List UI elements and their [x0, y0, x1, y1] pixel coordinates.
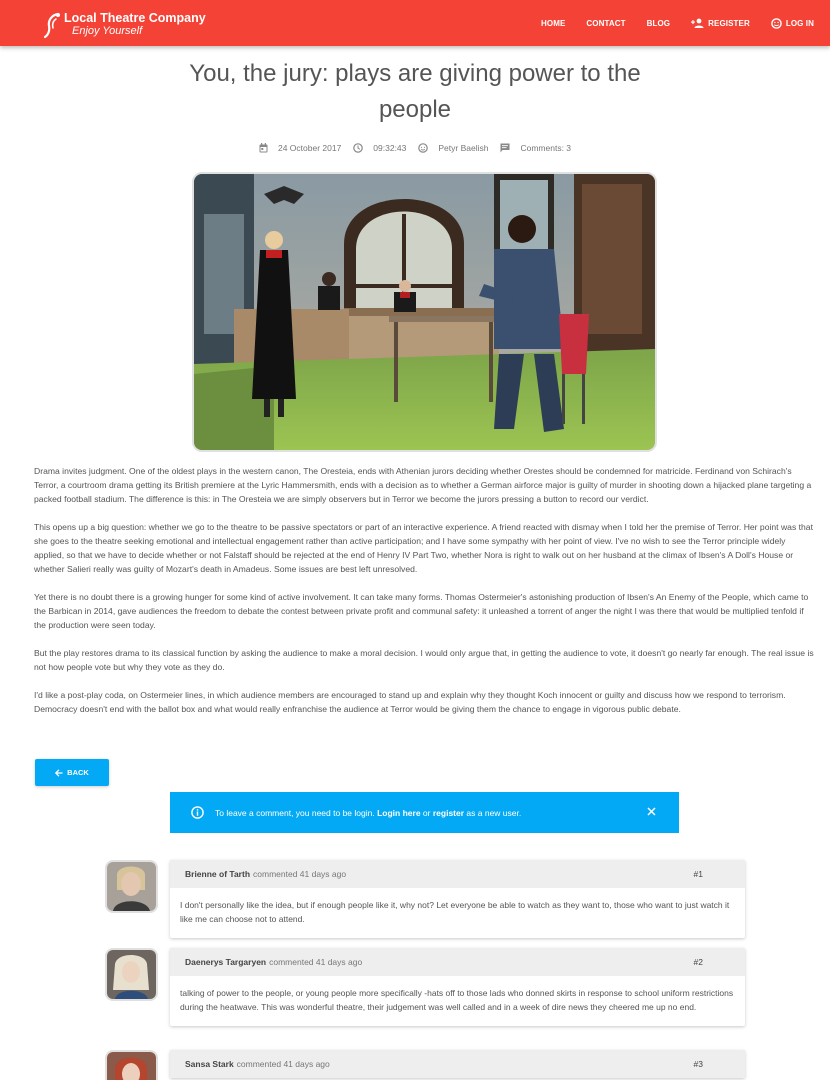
brand-tagline: Enjoy Yourself — [72, 25, 143, 37]
comment-number: #3 — [693, 1059, 703, 1069]
meta-comments: Comments: 3 — [500, 143, 571, 153]
comment-card: Sansa Stark commented 41 days ago #3 — [170, 1050, 745, 1078]
nav-register-link[interactable]: REGISTER — [691, 18, 750, 28]
meta-comments-value: Comments: 3 — [520, 143, 572, 153]
article-meta: 24 October 2017 09:32:43 Petyr Baelish C… — [0, 143, 830, 153]
alert-suffix: as a new user. — [466, 807, 522, 818]
nav-register-label: REGISTER — [708, 18, 750, 28]
comment-author: Brienne of Tarth — [185, 869, 251, 879]
alert-register-link[interactable]: register — [433, 808, 464, 818]
person-add-icon — [691, 18, 704, 28]
comment-icon — [500, 143, 510, 153]
back-button[interactable]: BACK — [35, 759, 109, 786]
comment-number: #2 — [693, 957, 703, 967]
nav-blog-link[interactable]: BLOG — [647, 19, 671, 28]
comment-header: Brienne of Tarth commented 41 days ago #… — [170, 860, 745, 888]
avatar — [105, 1050, 158, 1080]
alert-middle: or — [422, 807, 431, 818]
courtroom-scene-image — [194, 174, 655, 450]
meta-date: 24 October 2017 — [259, 143, 341, 153]
meta-author-value: Petyr Baelish — [438, 143, 489, 153]
close-icon[interactable] — [646, 806, 657, 817]
user-face-icon — [418, 143, 429, 153]
nav-contact-link[interactable]: CONTACT — [586, 19, 625, 28]
comment-author: Daenerys Targaryen — [185, 957, 267, 967]
comment-meta: commented 41 days ago — [269, 957, 363, 967]
comment-card: Brienne of Tarth commented 41 days ago #… — [170, 860, 745, 938]
info-icon — [191, 806, 204, 819]
avatar — [105, 860, 158, 913]
arrow-left-icon — [55, 768, 63, 777]
nav-login-label: LOG IN — [785, 18, 814, 28]
comment-number: #1 — [693, 869, 703, 879]
article-paragraph: Yet there is no doubt there is a growing… — [34, 592, 809, 630]
nav-links: HOME CONTACT BLOG REGISTER LOG IN — [520, 0, 814, 46]
smiley-face-icon — [771, 17, 782, 29]
article-title: You, the jury: plays are giving power to… — [120, 56, 710, 128]
commenter-photo — [107, 1052, 156, 1080]
article-title-line-2: people — [378, 96, 452, 123]
theatre-logo-icon — [44, 12, 60, 39]
login-required-alert: To leave a comment, you need to be login… — [170, 792, 679, 833]
top-navbar: Local Theatre Company Enjoy Yourself HOM… — [0, 0, 830, 46]
article-body: Drama invites judgment. One of the oldes… — [34, 464, 816, 730]
nav-home-link[interactable]: HOME — [541, 19, 565, 28]
meta-date-value: 24 October 2017 — [277, 143, 342, 153]
alert-prefix: To leave a comment, you need to be login… — [215, 807, 375, 818]
meta-time: 09:32:43 — [353, 143, 406, 153]
nav-login-link[interactable]: LOG IN — [771, 17, 814, 29]
article-title-line-1: You, the jury: plays are giving power to… — [189, 60, 641, 87]
article-hero-image — [192, 172, 657, 452]
comment-card: Daenerys Targaryen commented 41 days ago… — [170, 948, 745, 1026]
comment-meta: commented 41 days ago — [236, 1059, 330, 1069]
brand-title: Local Theatre Company — [64, 11, 206, 25]
brand-link[interactable]: Local Theatre Company Enjoy Yourself — [44, 11, 206, 39]
comment-author: Sansa Stark — [185, 1059, 234, 1069]
alert-text: To leave a comment, you need to be login… — [215, 808, 521, 818]
calendar-icon — [259, 143, 268, 153]
back-button-label: BACK — [67, 768, 89, 777]
alert-login-link[interactable]: Login here — [377, 808, 420, 818]
commenter-photo — [107, 862, 156, 911]
commenter-photo — [107, 950, 156, 999]
clock-icon — [353, 143, 364, 153]
meta-time-value: 09:32:43 — [373, 143, 407, 153]
comment-header: Sansa Stark commented 41 days ago #3 — [170, 1050, 745, 1078]
article-paragraph: This opens up a big question: whether we… — [34, 522, 813, 574]
article-paragraph: Drama invites judgment. One of the oldes… — [34, 466, 812, 504]
comment-text: I don't personally like the idea, but if… — [180, 900, 730, 924]
article-paragraph: But the play restores drama to its class… — [34, 648, 814, 672]
comment-header: Daenerys Targaryen commented 41 days ago… — [170, 948, 745, 976]
article-paragraph: I'd like a post-play coda, on Ostermeier… — [34, 690, 786, 714]
meta-author: Petyr Baelish — [418, 143, 488, 153]
comment-meta: commented 41 days ago — [253, 869, 347, 879]
comment-text: talking of power to the people, or young… — [180, 988, 734, 1012]
avatar — [105, 948, 158, 1001]
